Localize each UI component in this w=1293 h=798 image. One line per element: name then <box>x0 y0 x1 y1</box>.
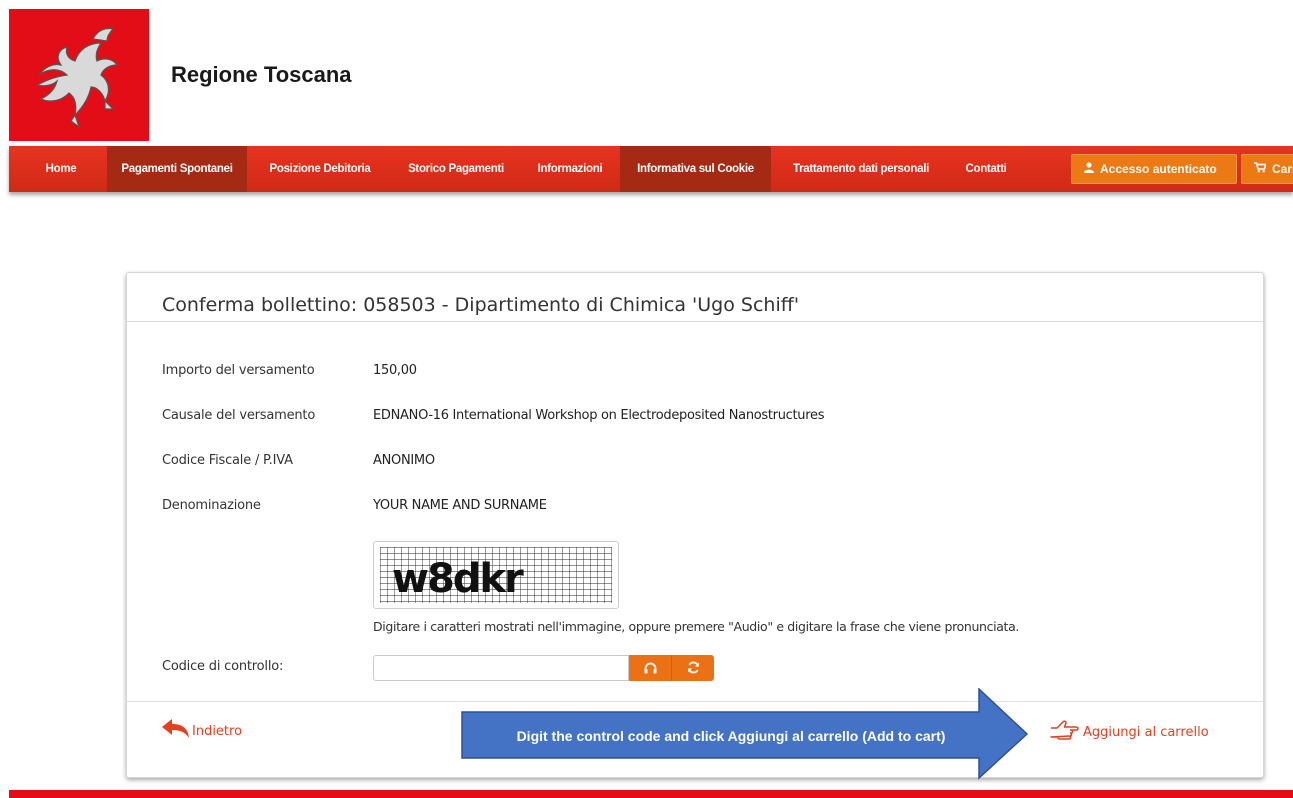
main-navbar: Home Pagamenti Spontanei Posizione Debit… <box>9 146 1293 192</box>
nav-informativa-cookie[interactable]: Informativa sul Cookie <box>620 146 771 192</box>
nav-trattamento-dati[interactable]: Trattamento dati personali <box>771 146 951 192</box>
control-code-label: Codice di controllo: <box>162 659 284 674</box>
fiscal-code-label: Codice Fiscale / P.IVA <box>162 453 293 468</box>
add-to-cart-link[interactable]: Aggiungi al carrello <box>1049 719 1209 745</box>
captcha-text: w8dkr <box>392 556 524 602</box>
fiscal-code-value: ANONIMO <box>373 453 435 468</box>
nav-storico-pagamenti[interactable]: Storico Pagamenti <box>391 146 521 192</box>
nav-pagamenti-spontanei[interactable]: Pagamenti Spontanei <box>107 146 247 192</box>
panel-title: Conferma bollettino: 058503 - Dipartimen… <box>162 294 800 316</box>
back-arrow-icon <box>162 719 190 743</box>
panel-header: Conferma bollettino: 058503 - Dipartimen… <box>127 273 1263 322</box>
cart-icon <box>1254 155 1267 183</box>
cart-button[interactable]: Carrello <box>1241 154 1293 184</box>
add-to-cart-label: Aggiungi al carrello <box>1083 724 1209 740</box>
pointing-hand-icon <box>1049 719 1079 745</box>
reason-value: EDNANO-16 International Workshop on Elec… <box>373 408 825 423</box>
amount-value: 150,00 <box>373 363 417 378</box>
pegasus-logo-icon <box>35 27 119 129</box>
refresh-icon <box>687 659 700 678</box>
control-code-input[interactable] <box>373 655 629 681</box>
captcha-audio-button[interactable] <box>629 655 672 681</box>
captcha-image: w8dkr <box>373 541 619 609</box>
cart-button-label: Carrello <box>1272 162 1293 176</box>
login-button-label: Accesso autenticato <box>1100 162 1217 176</box>
login-button[interactable]: Accesso autenticato <box>1071 154 1237 184</box>
headphones-icon <box>644 659 657 678</box>
user-icon <box>1084 155 1094 183</box>
footer-red-bar <box>9 790 1293 798</box>
name-value: YOUR NAME AND SURNAME <box>373 498 547 513</box>
nav-contatti[interactable]: Contatti <box>951 146 1021 192</box>
captcha-refresh-button[interactable] <box>672 655 714 681</box>
nav-informazioni[interactable]: Informazioni <box>521 146 619 192</box>
nav-home[interactable]: Home <box>9 146 113 192</box>
back-link[interactable]: Indietro <box>162 719 242 743</box>
back-link-label: Indietro <box>192 723 243 739</box>
instruction-callout-text: Digit the control code and click Aggiung… <box>516 728 946 744</box>
regione-toscana-logo[interactable] <box>9 9 149 141</box>
amount-label: Importo del versamento <box>162 363 315 378</box>
captcha-hint: Digitare i caratteri mostrati nell'immag… <box>373 619 1020 634</box>
nav-posizione-debitoria[interactable]: Posizione Debitoria <box>249 146 391 192</box>
site-title: Regione Toscana <box>171 62 352 87</box>
reason-label: Causale del versamento <box>162 408 316 423</box>
name-label: Denominazione <box>162 498 261 513</box>
